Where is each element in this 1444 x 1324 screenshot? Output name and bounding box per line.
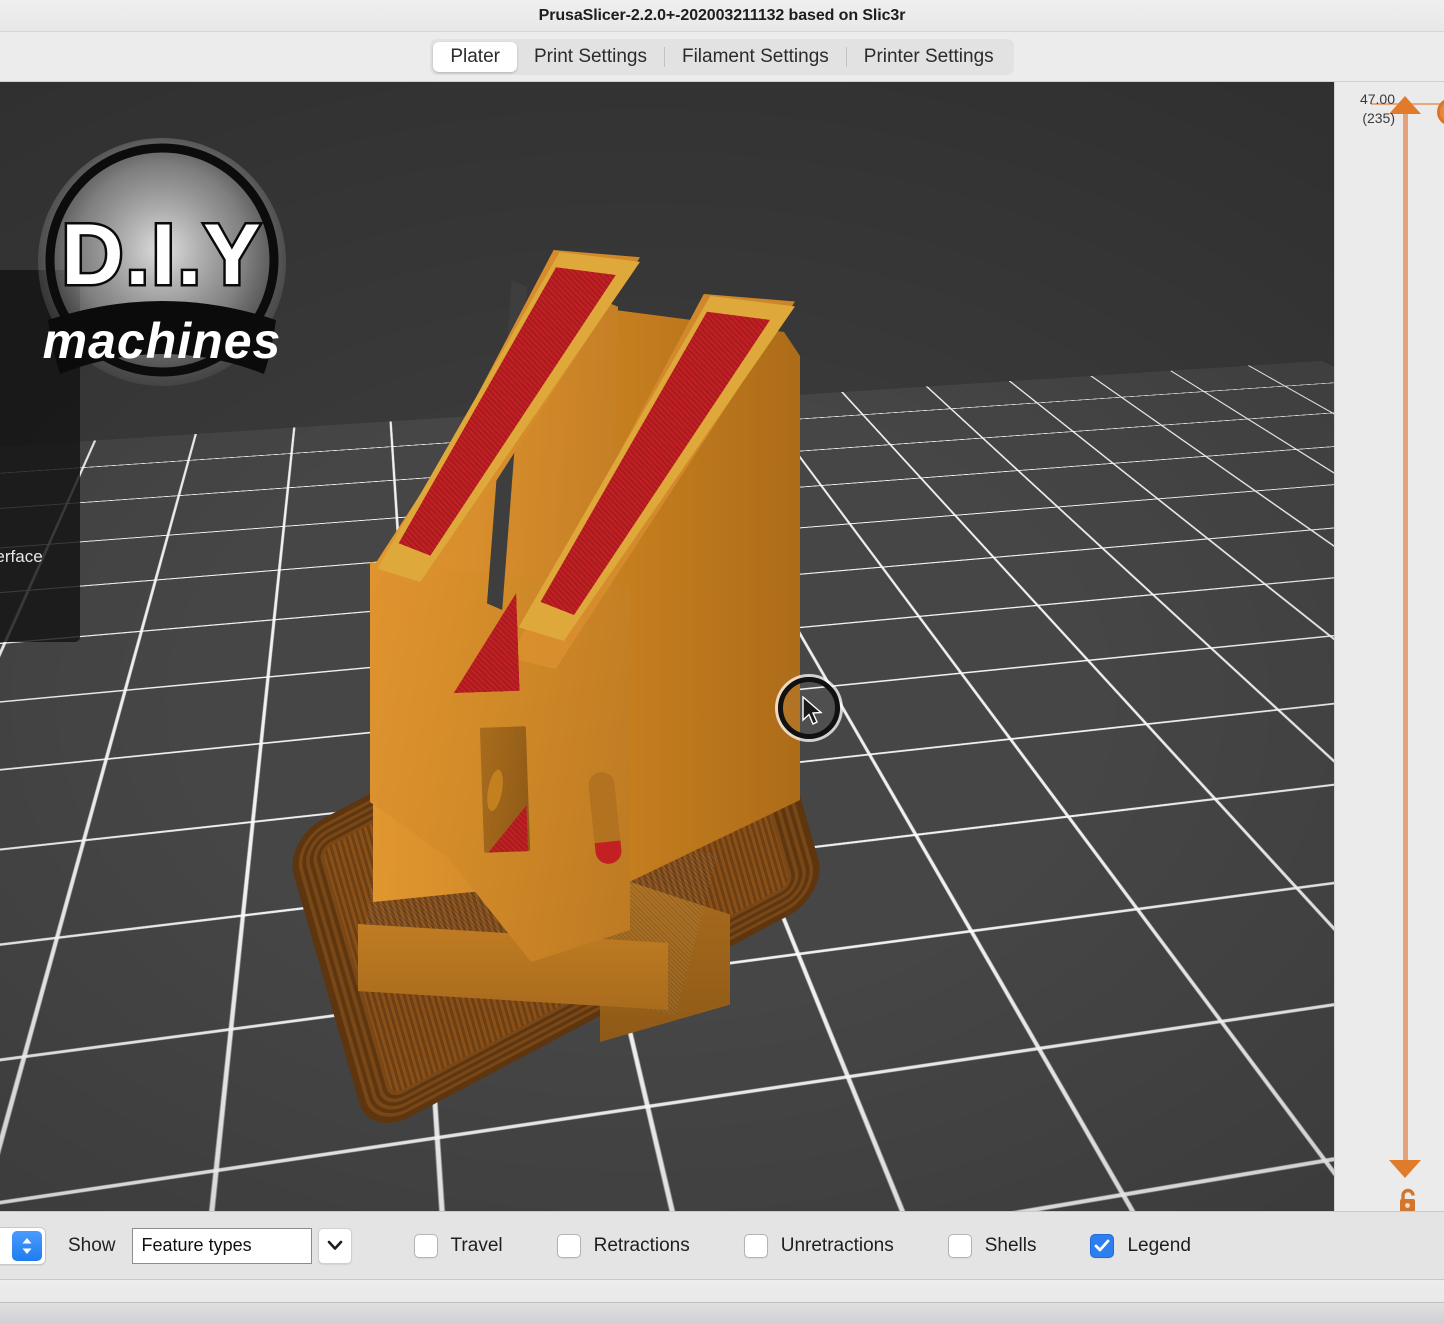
checkbox-shells-box[interactable] — [948, 1234, 972, 1258]
tab-plater[interactable]: Plater — [433, 42, 517, 72]
tab-filament-settings[interactable]: Filament Settings — [665, 42, 846, 72]
tab-bar: Plater Print Settings Filament Settings … — [0, 32, 1444, 82]
checkbox-shells-label: Shells — [985, 1235, 1037, 1257]
layer-slider-panel[interactable]: 47.00 (235) 0.2 (1) — [1334, 82, 1444, 1211]
tab-print-settings[interactable]: Print Settings — [517, 42, 664, 72]
slot-cutout — [480, 726, 530, 853]
checkbox-legend[interactable]: Legend — [1090, 1234, 1190, 1258]
checkbox-travel-box[interactable] — [414, 1234, 438, 1258]
layer-slider-lower-handle[interactable] — [1389, 1160, 1421, 1178]
status-bar-inner — [0, 1302, 1444, 1324]
tab-segmented-control: Plater Print Settings Filament Settings … — [430, 39, 1013, 75]
title-bar: PrusaSlicer-2.2.0+-202003211132 based on… — [0, 0, 1444, 32]
slot-infill — [487, 805, 529, 852]
checkbox-unretractions[interactable]: Unretractions — [744, 1234, 894, 1258]
legend-row: Gap fill — [0, 466, 68, 492]
legend-label: Support material interface — [0, 547, 43, 567]
preview-toolbar: Show Feature types Travel Retractions Un… — [0, 1211, 1444, 1279]
prusaslicer-window: PrusaSlicer-2.2.0+-202003211132 based on… — [0, 0, 1444, 1324]
chevron-down-icon[interactable] — [318, 1228, 352, 1264]
stepper-up-down-icon[interactable] — [0, 1227, 46, 1265]
svg-text:D.I.Y: D.I.Y — [61, 207, 262, 303]
view-type-combobox[interactable]: Feature types — [132, 1228, 352, 1264]
window-title: PrusaSlicer-2.2.0+-202003211132 based on… — [539, 7, 906, 25]
diy-machines-watermark-logo: D.I.Y machines — [28, 134, 296, 396]
layer-slider-top-height: 47.00 — [1343, 90, 1395, 109]
secondary-cutout-infill — [595, 841, 623, 866]
checkbox-legend-label: Legend — [1127, 1235, 1190, 1257]
layer-slider-top-index: (235) — [1343, 109, 1395, 128]
legend-row: Support material interface — [0, 544, 68, 570]
legend-row: Custom — [0, 570, 68, 596]
checkbox-legend-box[interactable] — [1090, 1234, 1114, 1258]
tab-printer-settings[interactable]: Printer Settings — [847, 42, 1011, 72]
checkbox-unretractions-box[interactable] — [744, 1234, 768, 1258]
checkbox-unretractions-label: Unretractions — [781, 1235, 894, 1257]
slot-interior-detail — [484, 768, 505, 812]
legend-row: Bridge infill — [0, 440, 68, 466]
checkbox-retractions[interactable]: Retractions — [557, 1234, 690, 1258]
layer-slider-track[interactable] — [1403, 110, 1408, 1172]
checkbox-retractions-box[interactable] — [557, 1234, 581, 1258]
view-type-input[interactable]: Feature types — [132, 1228, 312, 1264]
checkbox-travel[interactable]: Travel — [414, 1234, 503, 1258]
layer-slider-top-label: 47.00 (235) — [1343, 90, 1395, 128]
display-options-group: Travel Retractions Unretractions Shells — [414, 1234, 1245, 1258]
show-label: Show — [68, 1235, 116, 1257]
tab-print-settings-label: Print Settings — [534, 46, 647, 68]
legend-row: Skirt/Brim — [0, 492, 68, 518]
checkbox-travel-label: Travel — [451, 1235, 503, 1257]
stepper-thumb[interactable] — [12, 1231, 42, 1261]
checkbox-retractions-label: Retractions — [594, 1235, 690, 1257]
tab-printer-settings-label: Printer Settings — [864, 46, 994, 68]
mouse-pointer-icon — [802, 696, 824, 726]
legend-row: Support material — [0, 518, 68, 544]
tab-plater-label: Plater — [450, 46, 500, 68]
tab-filament-settings-label: Filament Settings — [682, 46, 829, 68]
svg-text:machines: machines — [43, 313, 282, 369]
checkbox-shells[interactable]: Shells — [948, 1234, 1037, 1258]
3d-viewport[interactable]: Perimeter External perimeter Overhang pe… — [0, 82, 1334, 1211]
status-bar — [0, 1279, 1444, 1324]
legend-row: Top solid infill — [0, 414, 68, 440]
